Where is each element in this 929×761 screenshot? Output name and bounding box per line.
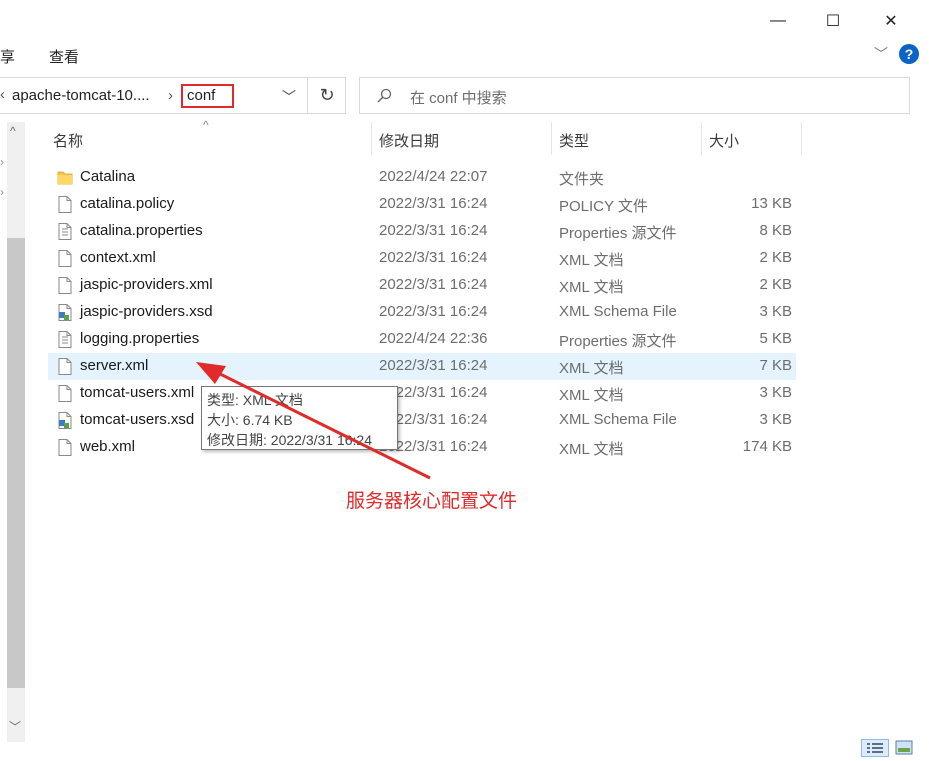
annotation-label: 服务器核心配置文件 [346, 491, 518, 512]
annotation-arrow [196, 362, 431, 480]
details-view-icon [867, 743, 883, 753]
details-view-button[interactable] [861, 739, 889, 757]
large-icons-view-icon [895, 740, 913, 755]
large-icons-view-button[interactable] [893, 739, 921, 757]
